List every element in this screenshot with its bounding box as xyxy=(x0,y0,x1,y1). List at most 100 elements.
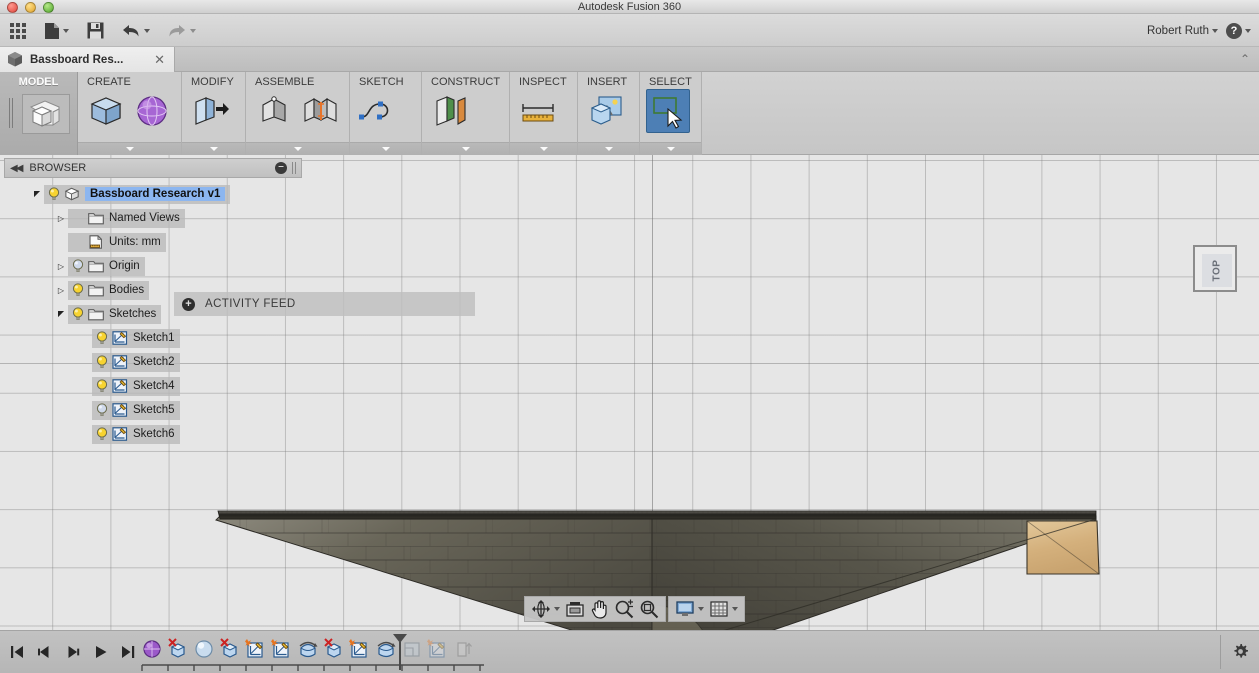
ribbon-group-expand-select[interactable] xyxy=(640,142,701,155)
modify-press-pull-button[interactable] xyxy=(188,89,232,133)
timeline-feature-cut-3[interactable] xyxy=(322,637,346,661)
browser-item-sketch2[interactable]: Sketch2 xyxy=(92,352,180,372)
help-menu-button[interactable]: ? xyxy=(1226,22,1251,39)
lightbulb-off-icon[interactable] xyxy=(94,402,110,418)
timeline-feature-revolve-2[interactable] xyxy=(296,637,320,661)
undo-button[interactable] xyxy=(118,17,153,44)
chevron-down-icon xyxy=(666,147,675,151)
step-forward-button[interactable] xyxy=(62,639,82,665)
browser-item-sketch1[interactable]: Sketch1 xyxy=(92,328,180,348)
view-cube-face-top[interactable]: TOP xyxy=(1202,254,1232,287)
fit-button[interactable] xyxy=(637,598,661,620)
activity-feed-panel[interactable]: + ACTIVITY FEED xyxy=(174,292,475,316)
ribbon-group-expand-create[interactable] xyxy=(78,142,181,155)
insert-canvas-button[interactable] xyxy=(584,89,628,133)
browser-minimize-icon[interactable]: – xyxy=(275,162,287,174)
browser-resize-grip[interactable] xyxy=(292,162,296,174)
redo-button[interactable] xyxy=(164,17,199,44)
ribbon-group-expand-assemble[interactable] xyxy=(246,142,349,155)
browser-item-sketch4[interactable]: Sketch4 xyxy=(92,376,180,396)
create-box-button[interactable] xyxy=(84,89,128,133)
disclosure-collapsed-icon[interactable]: ▷ xyxy=(54,214,68,223)
user-account-menu[interactable]: Robert Ruth xyxy=(1147,25,1218,37)
fit-magnifier-icon xyxy=(640,600,659,619)
select-tool-button[interactable] xyxy=(646,89,690,133)
ribbon-group-expand-construct[interactable] xyxy=(422,142,509,155)
sketch-spline-button[interactable] xyxy=(356,89,400,133)
disclosure-expanded-icon[interactable]: ◢ xyxy=(54,310,68,319)
assemble-joint-button[interactable] xyxy=(298,89,342,133)
lightbulb-on-icon[interactable] xyxy=(94,330,110,346)
bulb-spacer xyxy=(70,234,86,250)
timeline-feature-cut-2[interactable] xyxy=(218,637,242,661)
lightbulb-on-icon[interactable] xyxy=(94,354,110,370)
activity-feed-expand-icon[interactable]: + xyxy=(182,297,195,311)
lightbulb-on-icon[interactable] xyxy=(70,306,86,322)
timeline-feature-sketch-c[interactable] xyxy=(348,637,372,661)
ribbon-group-title: INSPECT xyxy=(519,76,567,88)
disclosure-expanded-icon[interactable]: ◢ xyxy=(30,190,44,199)
lightbulb-on-icon[interactable] xyxy=(70,282,86,298)
browser-item-bodies[interactable]: Bodies xyxy=(68,280,150,300)
file-menu-button[interactable] xyxy=(41,17,72,44)
ribbon-group-create: CREATE xyxy=(78,72,182,155)
browser-item-named-views[interactable]: Named Views xyxy=(68,208,185,228)
press-pull-icon xyxy=(195,97,229,125)
document-tab-bassboard[interactable]: Bassboard Res... ✕ xyxy=(0,47,175,72)
browser-collapse-icon[interactable]: ◀◀ xyxy=(10,163,23,174)
browser-item-origin[interactable]: Origin xyxy=(68,256,145,276)
timeline-feature-offset-x[interactable] xyxy=(452,637,476,661)
collapse-ribbon-chevron-icon[interactable]: ⌃ xyxy=(1240,52,1250,66)
play-button[interactable] xyxy=(90,639,110,665)
workspace-label: MODEL xyxy=(18,76,59,88)
grid-icon xyxy=(10,22,26,39)
browser-item-units-mm[interactable]: Units: mm xyxy=(68,232,166,252)
chevron-down-icon xyxy=(209,147,218,151)
look-at-button[interactable] xyxy=(563,598,587,620)
pan-button[interactable] xyxy=(588,598,611,620)
workspace-selector-model[interactable]: MODEL xyxy=(0,72,78,155)
chevron-down-icon xyxy=(381,147,390,151)
zoom-button[interactable] xyxy=(612,598,636,620)
step-back-button[interactable] xyxy=(34,639,54,665)
timeline-feature-cut-1[interactable] xyxy=(166,637,190,661)
assemble-new-component-button[interactable] xyxy=(252,89,296,133)
view-cube[interactable]: TOP xyxy=(1193,245,1237,292)
disclosure-collapsed-icon[interactable]: ▷ xyxy=(54,286,68,295)
timeline-feature-sketch-d[interactable] xyxy=(426,637,450,661)
timeline-feature-sketch-a[interactable] xyxy=(244,637,268,661)
close-icon[interactable]: ✕ xyxy=(151,52,168,68)
chevron-down-icon xyxy=(125,147,134,151)
app-grid-button[interactable] xyxy=(6,17,30,44)
timeline-feature-sketch-b[interactable] xyxy=(270,637,294,661)
grid-snaps-button[interactable] xyxy=(707,598,740,620)
display-settings-button[interactable] xyxy=(673,598,706,620)
ribbon-group-expand-inspect[interactable] xyxy=(510,142,577,155)
construct-plane-button[interactable] xyxy=(428,89,472,133)
cut-box-icon xyxy=(168,638,186,658)
go-to-end-button[interactable] xyxy=(118,639,138,665)
lightbulb-on-icon[interactable] xyxy=(46,186,62,202)
lightbulb-on-icon[interactable] xyxy=(94,378,110,394)
browser-item-sketches[interactable]: Sketches xyxy=(68,304,162,324)
offset-plane-icon xyxy=(457,642,472,657)
timeline-feature-revolve-1[interactable] xyxy=(140,637,164,661)
ribbon-group-expand-modify[interactable] xyxy=(182,142,245,155)
browser-item-sketch6[interactable]: Sketch6 xyxy=(92,424,180,444)
lightbulb-off-icon[interactable] xyxy=(70,258,86,274)
timeline-feature-sphere-1[interactable] xyxy=(192,637,216,661)
component-icon xyxy=(262,96,286,122)
browser-item-sketch5[interactable]: Sketch5 xyxy=(92,400,180,420)
timeline-settings-button[interactable] xyxy=(1232,643,1249,665)
ribbon-group-expand-sketch[interactable] xyxy=(350,142,421,155)
inspect-measure-button[interactable] xyxy=(516,89,560,133)
lightbulb-on-icon[interactable] xyxy=(94,426,110,442)
create-sphere-button[interactable] xyxy=(130,89,174,133)
file-icon xyxy=(45,22,59,39)
orbit-button[interactable] xyxy=(529,598,562,620)
go-to-beginning-button[interactable] xyxy=(6,639,26,665)
ribbon-group-expand-insert[interactable] xyxy=(578,142,639,155)
disclosure-collapsed-icon[interactable]: ▷ xyxy=(54,262,68,271)
save-button[interactable] xyxy=(83,17,107,44)
browser-item-bassboard-research-v1[interactable]: Bassboard Research v1 xyxy=(44,184,231,204)
